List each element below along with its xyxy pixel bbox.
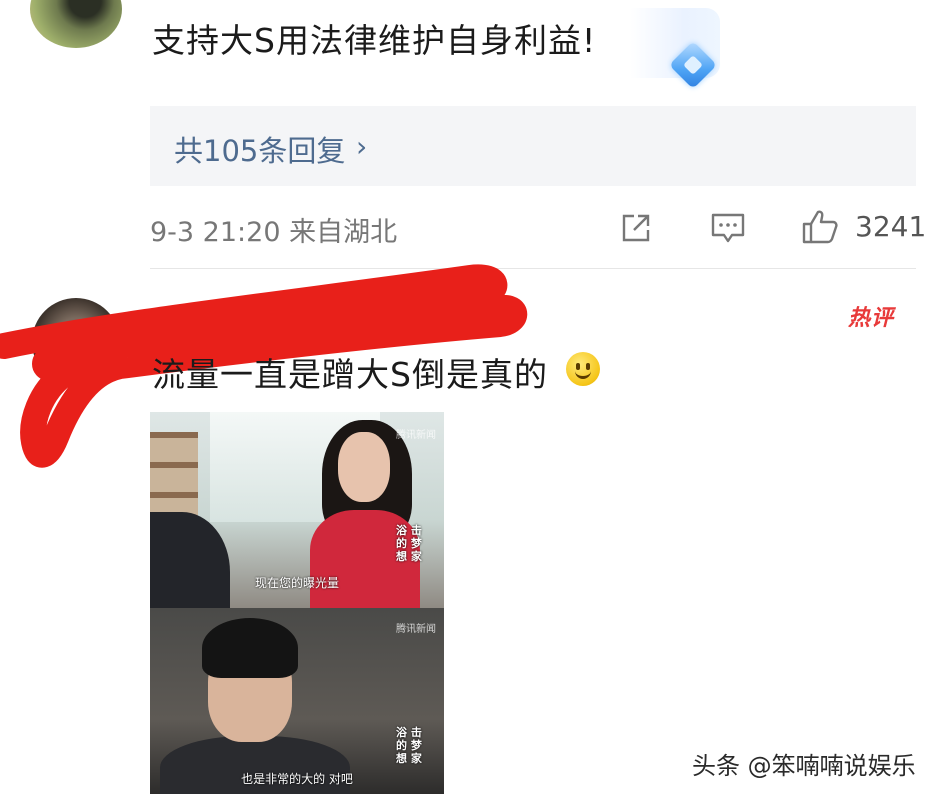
share-icon[interactable] [618, 210, 654, 246]
hot-comment-tag: 热评 [848, 306, 895, 331]
like-icon[interactable] [800, 206, 840, 246]
source-watermark: 头条 @笨喃喃说娱乐 [692, 752, 916, 780]
image-panel-top: 腾讯新闻 浴 击 的 梦 想 家 现在您的曝光量 [150, 412, 444, 612]
comment-icon[interactable] [710, 210, 746, 246]
subtitle-top: 现在您的曝光量 [254, 576, 339, 590]
man-shoulder [150, 512, 230, 612]
avatar[interactable] [30, 0, 122, 48]
replies-button[interactable]: 共105条回复 › [150, 106, 916, 186]
video-watermark: 腾讯新闻 [396, 624, 436, 635]
like-count: 3241 [855, 210, 927, 243]
replies-label: 共105条回复 [174, 134, 346, 168]
woman-face [338, 432, 390, 502]
video-title-overlay: 浴 击 的 梦 想 家 [396, 524, 422, 563]
image-panel-bottom: 腾讯新闻 浴 击 的 梦 想 家 也是非常的大的 对吧 [150, 608, 444, 794]
chevron-right-icon: › [356, 130, 368, 163]
comment-meta: 9-3 21:20 来自湖北 [150, 217, 398, 248]
video-title-overlay: 浴 击 的 梦 想 家 [396, 726, 422, 765]
comment-text: 流量一直是蹭大S倒是真的 [152, 355, 548, 394]
smile-mouth [575, 366, 591, 379]
comment-image[interactable]: 腾讯新闻 浴 击 的 梦 想 家 现在您的曝光量 腾讯新闻 浴 击 的 梦 想 … [150, 412, 444, 794]
video-watermark: 腾讯新闻 [396, 430, 436, 441]
comment-text: 支持大S用法律维护自身利益! [152, 21, 597, 60]
man-hair [202, 618, 298, 678]
smile-icon [566, 352, 600, 386]
subtitle-bottom: 也是非常的大的 对吧 [241, 772, 353, 786]
